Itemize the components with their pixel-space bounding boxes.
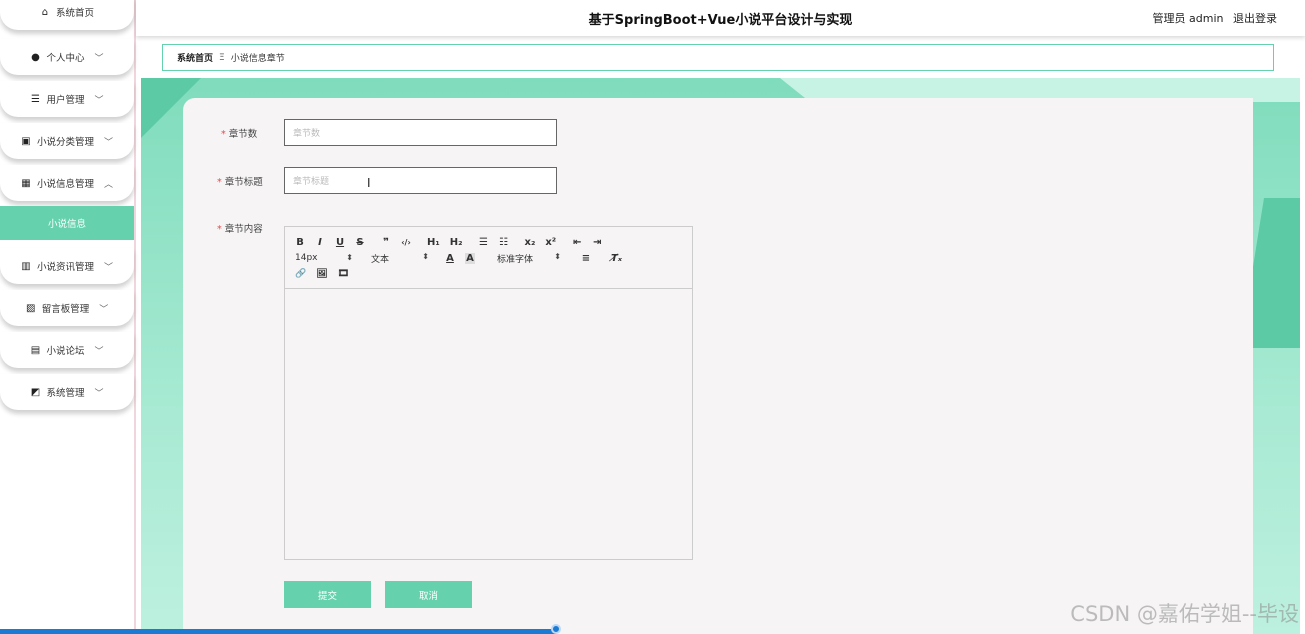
sidebar-item-label: 系统首页: [55, 8, 94, 19]
chapter-title-label: * 章节标题: [217, 177, 263, 188]
bar-chart-icon: ▥: [21, 260, 31, 272]
sidebar-item-personal-center[interactable]: ● 个人中心 ﹀: [0, 39, 134, 75]
clipboard-x-icon: ▨: [26, 302, 36, 314]
chevron-down-icon: ﹀: [104, 262, 114, 273]
sidebar-item-novel-info-management[interactable]: ▦ 小说信息管理 ︿: [0, 165, 134, 201]
chevron-down-icon: ﹀: [94, 388, 104, 399]
outdent-button[interactable]: ⇤: [572, 237, 582, 248]
chevron-down-icon: ﹀: [94, 346, 104, 357]
toolbar-row-3: 🔗 🖼 🎞: [295, 266, 682, 282]
select-arrow-icon: ⬍: [554, 251, 561, 261]
sidebar-item-forum[interactable]: ▤ 小说论坛 ﹀: [0, 332, 134, 368]
sidebar-item-label: 用户管理: [46, 95, 85, 106]
chevron-down-icon: ﹀: [94, 53, 104, 64]
grid-icon: ▦: [21, 177, 31, 189]
sidebar-item-system-management[interactable]: ◩ 系统管理 ﹀: [0, 374, 134, 410]
video-icon[interactable]: 🎞: [338, 269, 349, 279]
underline-button[interactable]: U: [335, 237, 345, 248]
indent-button[interactable]: ⇥: [592, 237, 602, 248]
required-mark: *: [217, 224, 222, 235]
editor-toolbar: B I U S ❞ ‹/› H₁ H₂ ☰ ☷ x₂ x² ⇤ ⇥ 14px ⬍…: [285, 227, 692, 289]
ordered-list-button[interactable]: ☰: [479, 237, 489, 248]
chapter-title-input[interactable]: 章节标题: [284, 167, 557, 194]
font-family-select[interactable]: 标准字体 ⬍: [497, 252, 561, 265]
sidebar-item-category-management[interactable]: ▣ 小说分类管理 ﹀: [0, 123, 134, 159]
header1-button[interactable]: H₁: [427, 237, 440, 248]
font-color-button[interactable]: A: [445, 253, 455, 264]
chapter-num-label: * 章节数: [221, 129, 258, 140]
sidebar-item-news-management[interactable]: ▥ 小说资讯管理 ﹀: [0, 248, 134, 284]
required-mark: *: [217, 177, 222, 188]
sidebar-item-message-board[interactable]: ▨ 留言板管理 ﹀: [0, 290, 134, 326]
text-cursor-icon: I: [367, 176, 371, 190]
clear-format-button[interactable]: T̸ₓ: [611, 253, 622, 264]
rich-text-editor: B I U S ❞ ‹/› H₁ H₂ ☰ ☷ x₂ x² ⇤ ⇥ 14px ⬍…: [284, 226, 693, 560]
toolbar-row-1: B I U S ❞ ‹/› H₁ H₂ ☰ ☷ x₂ x² ⇤ ⇥: [295, 234, 682, 250]
breadcrumb-separator-icon: Ξ: [219, 52, 225, 63]
header2-button[interactable]: H₂: [450, 237, 463, 248]
user-icon: ●: [31, 51, 40, 63]
chevron-up-icon: ︿: [104, 179, 114, 190]
bold-button[interactable]: B: [295, 237, 305, 248]
superscript-button[interactable]: x²: [545, 237, 556, 248]
image-icon[interactable]: 🖼: [316, 269, 327, 279]
sidebar: ⌂ 系统首页 ● 个人中心 ﹀ ☰ 用户管理 ﹀ ▣ 小说分类管理 ﹀ ▦ 小说…: [0, 0, 136, 634]
background-color-button[interactable]: A: [465, 252, 475, 264]
home-icon: ⌂: [41, 6, 49, 18]
editor-content-area[interactable]: [285, 289, 692, 559]
blockquote-button[interactable]: ❞: [381, 237, 391, 248]
sidebar-subitem-novel-info[interactable]: 小说信息: [0, 206, 134, 240]
chapter-content-label: * 章节内容: [217, 224, 263, 235]
strike-button[interactable]: S: [355, 237, 365, 248]
chevron-down-icon: ﹀: [104, 137, 114, 148]
watermark: CSDN @嘉佑学姐--毕设: [1070, 602, 1299, 626]
sidebar-item-label: 小说信息管理: [36, 179, 94, 190]
user-role: 管理员 admin: [1152, 12, 1224, 25]
sidebar-item-label: 留言板管理: [41, 304, 90, 315]
chevron-down-icon: ﹀: [94, 95, 104, 106]
page-title: 基于SpringBoot+Vue小说平台设计与实现: [588, 13, 853, 28]
sidebar-item-label: 小说资讯管理: [36, 262, 94, 273]
toolbar-row-2: 14px ⬍ 文本 ⬍ A A 标准字体 ⬍ ≡ T̸ₓ: [295, 250, 682, 266]
chart-line-icon: ◩: [30, 386, 41, 398]
sidebar-item-user-management[interactable]: ☰ 用户管理 ﹀: [0, 81, 134, 117]
chapter-num-input[interactable]: 章节数: [284, 119, 557, 146]
align-button[interactable]: ≡: [581, 253, 591, 264]
sidebar-item-label: 个人中心: [46, 53, 85, 64]
sidebar-item-label: 小说分类管理: [36, 137, 94, 148]
breadcrumb-current: 小说信息章节: [230, 54, 285, 64]
sidebar-item-label: 小说论坛: [46, 346, 85, 357]
progress-handle[interactable]: [551, 624, 561, 634]
sidebar-item-label: 系统管理: [46, 388, 85, 399]
italic-button[interactable]: I: [315, 237, 325, 248]
page-progress-bar: [0, 629, 556, 634]
select-arrow-icon: ⬍: [346, 253, 353, 262]
font-size-select[interactable]: 14px ⬍: [295, 253, 353, 263]
chevron-down-icon: ﹀: [99, 304, 109, 315]
breadcrumb: 系统首页 Ξ 小说信息章节: [162, 44, 1274, 71]
breadcrumb-home[interactable]: 系统首页: [177, 51, 213, 64]
link-icon[interactable]: 🔗: [295, 269, 306, 279]
user-area: 管理员 admin 退出登录: [1147, 10, 1277, 26]
cancel-button[interactable]: 取消: [385, 581, 472, 608]
bullet-list-button[interactable]: ☷: [499, 237, 509, 248]
required-mark: *: [221, 129, 226, 140]
sidebar-item-home[interactable]: ⌂ 系统首页: [0, 0, 134, 30]
block-type-select[interactable]: 文本 ⬍: [371, 252, 429, 265]
code-block-button[interactable]: ‹/›: [401, 238, 411, 247]
select-arrow-icon: ⬍: [422, 251, 429, 261]
document-icon: ▤: [30, 344, 41, 356]
list-icon: ☰: [31, 93, 40, 105]
logout-link[interactable]: 退出登录: [1233, 12, 1277, 25]
submit-button[interactable]: 提交: [284, 581, 371, 608]
top-header: 基于SpringBoot+Vue小说平台设计与实现 管理员 admin 退出登录: [136, 0, 1305, 36]
subscript-button[interactable]: x₂: [525, 237, 536, 248]
clipboard-icon: ▣: [21, 135, 31, 147]
